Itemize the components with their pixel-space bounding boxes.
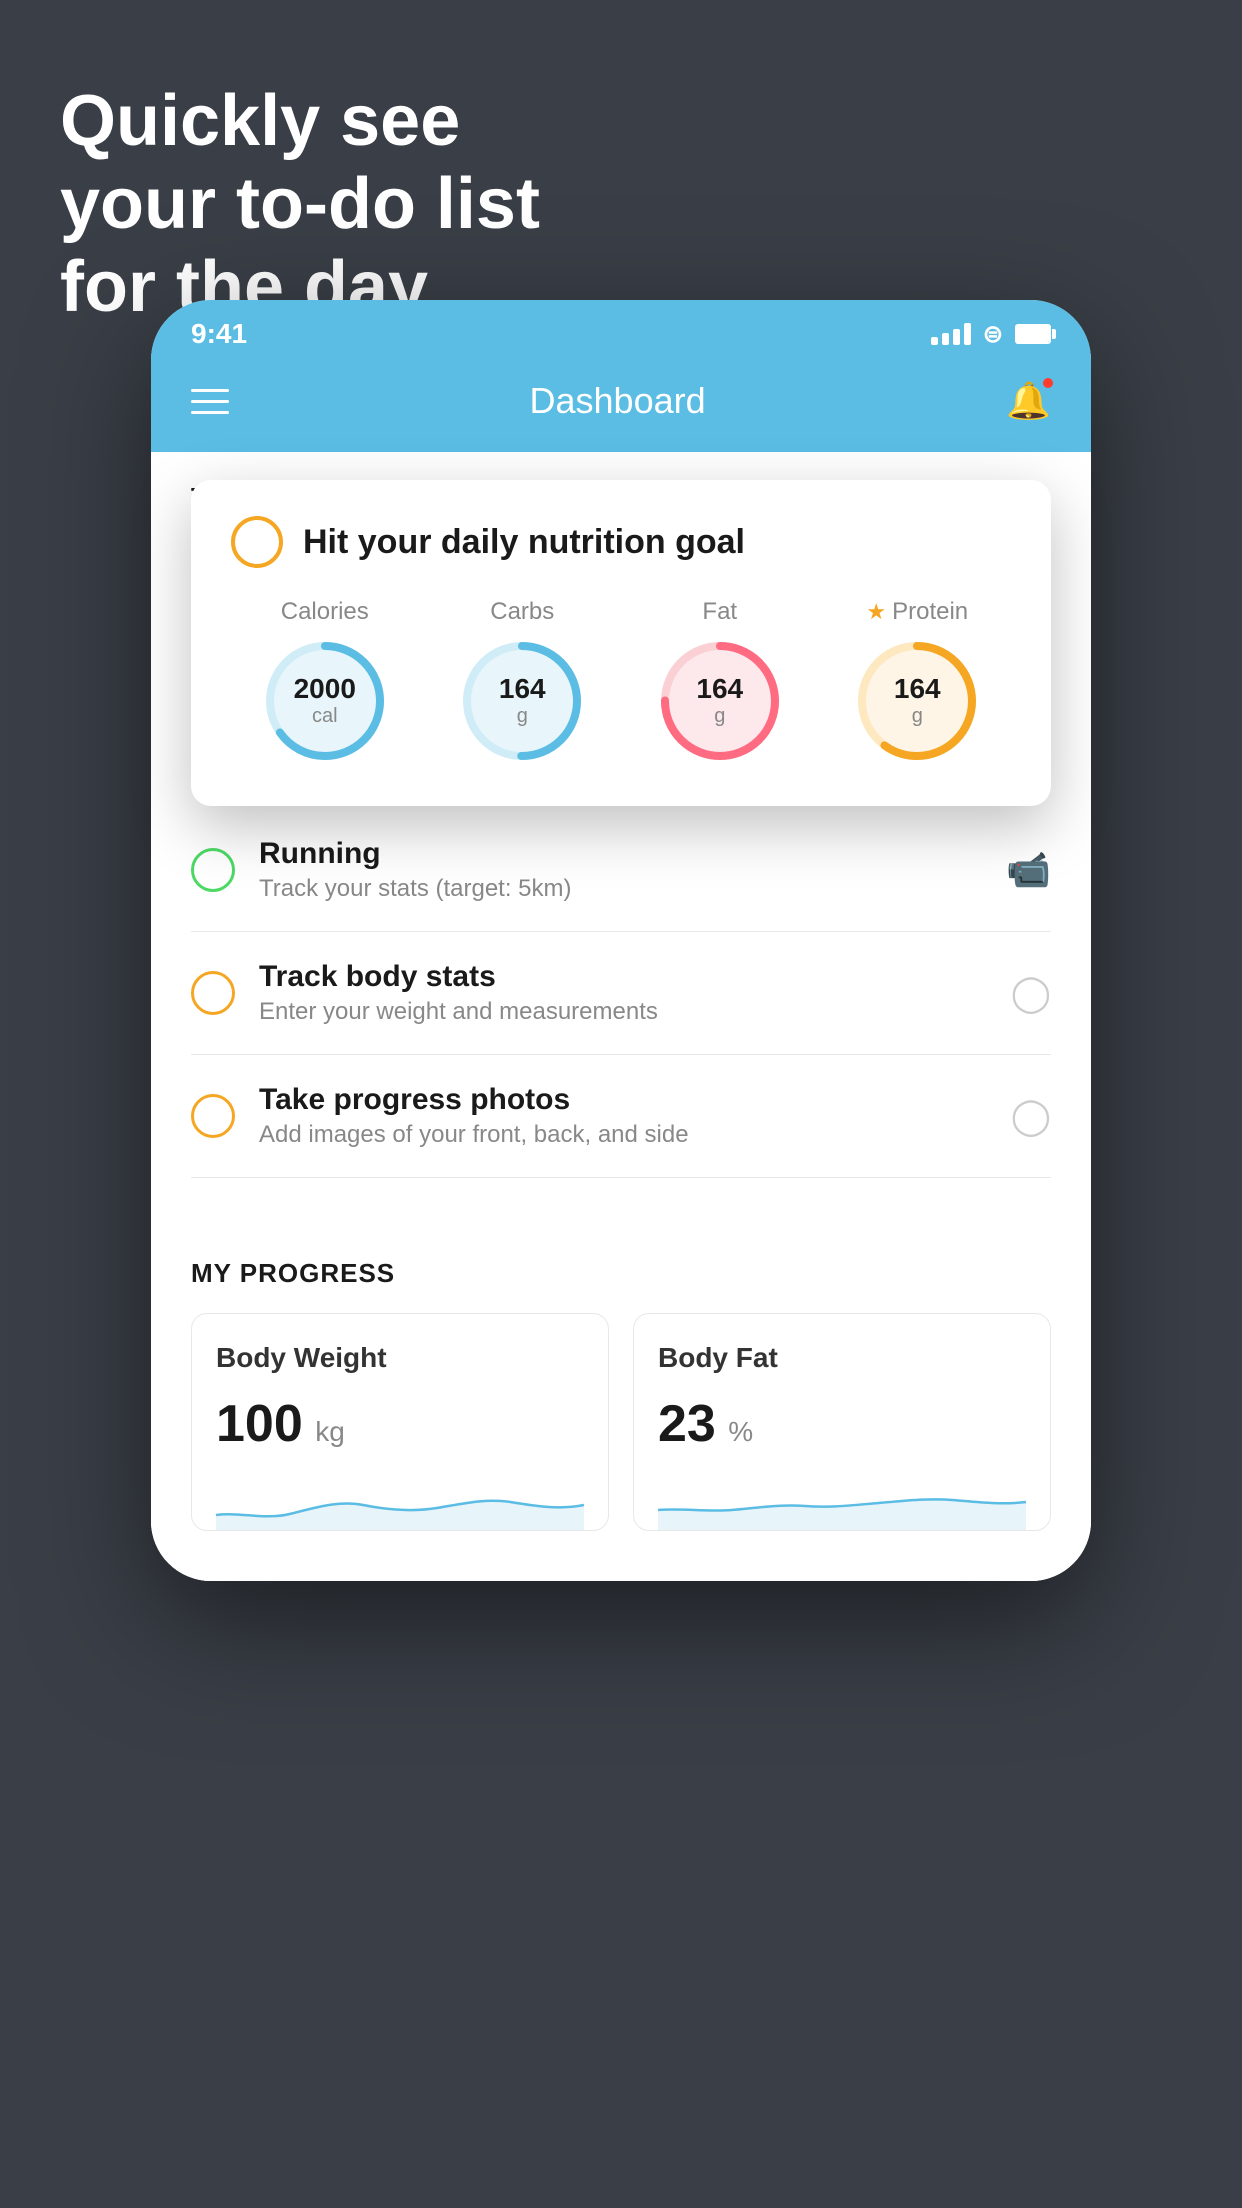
todo-text-body-stats: Track body stats Enter your weight and m… <box>259 960 987 1026</box>
todo-circle-photos <box>191 1094 235 1138</box>
todo-sub-body-stats: Enter your weight and measurements <box>259 998 987 1026</box>
todo-text-running: Running Track your stats (target: 5km) <box>259 837 982 903</box>
todo-circle-running <box>191 848 235 892</box>
stat-calories: Calories 2000 cal <box>260 598 390 766</box>
carbs-progress: 164 g <box>457 636 587 766</box>
stat-protein: ★ Protein 164 g <box>852 598 982 766</box>
progress-cards: Body Weight 100 kg Bo <box>191 1313 1051 1531</box>
progress-title: MY PROGRESS <box>191 1258 1051 1289</box>
nav-title: Dashboard <box>530 380 706 422</box>
fat-value-row: 23 % <box>658 1394 1026 1454</box>
nutrition-stats: Calories 2000 cal Carbs <box>231 598 1011 766</box>
todo-title-running: Running <box>259 837 982 871</box>
calories-progress: 2000 cal <box>260 636 390 766</box>
scale-icon: ◯ <box>1011 972 1051 1014</box>
fat-value: 23 <box>658 1395 716 1453</box>
weight-value-row: 100 kg <box>216 1394 584 1454</box>
todo-title-body-stats: Track body stats <box>259 960 987 994</box>
progress-card-weight[interactable]: Body Weight 100 kg <box>191 1313 609 1531</box>
menu-button[interactable] <box>191 389 229 414</box>
protein-progress: 164 g <box>852 636 982 766</box>
battery-icon <box>1015 324 1051 344</box>
todo-item-running[interactable]: Running Track your stats (target: 5km) 📹 <box>191 809 1051 932</box>
nutrition-card: Hit your daily nutrition goal Calories 2… <box>191 480 1051 806</box>
fat-title: Body Fat <box>658 1342 1026 1374</box>
weight-value: 100 <box>216 1395 303 1453</box>
fat-progress: 164 g <box>655 636 785 766</box>
stat-fat: Fat 164 g <box>655 598 785 766</box>
progress-card-fat[interactable]: Body Fat 23 % <box>633 1313 1051 1531</box>
notification-button[interactable]: 🔔 <box>1006 380 1051 422</box>
fat-chart <box>658 1470 1026 1530</box>
nutrition-card-title: Hit your daily nutrition goal <box>303 523 745 562</box>
todo-sub-running: Track your stats (target: 5km) <box>259 875 982 903</box>
signal-icon <box>931 323 971 345</box>
todo-circle-body-stats <box>191 971 235 1015</box>
nutrition-circle-check <box>231 516 283 568</box>
nav-bar: Dashboard 🔔 <box>151 360 1091 452</box>
wifi-icon: ⊜ <box>983 320 1003 349</box>
todo-text-photos: Take progress photos Add images of your … <box>259 1083 987 1149</box>
todo-list: Running Track your stats (target: 5km) 📹… <box>151 809 1091 1178</box>
person-icon: ◯ <box>1011 1095 1051 1137</box>
carbs-label: Carbs <box>490 598 554 626</box>
status-bar: 9:41 ⊜ <box>151 300 1091 360</box>
time: 9:41 <box>191 318 247 350</box>
notification-badge <box>1041 376 1055 390</box>
protein-label: ★ Protein <box>866 598 968 626</box>
weight-chart <box>216 1470 584 1530</box>
todo-item-photos[interactable]: Take progress photos Add images of your … <box>191 1055 1051 1178</box>
weight-unit: kg <box>315 1416 345 1447</box>
progress-section: MY PROGRESS Body Weight 100 kg <box>151 1218 1091 1581</box>
todo-sub-photos: Add images of your front, back, and side <box>259 1121 987 1149</box>
shoe-icon: 📹 <box>1006 849 1051 891</box>
todo-item-body-stats[interactable]: Track body stats Enter your weight and m… <box>191 932 1051 1055</box>
status-icons: ⊜ <box>931 320 1051 349</box>
nutrition-card-header: Hit your daily nutrition goal <box>231 516 1011 568</box>
fat-label: Fat <box>702 598 737 626</box>
weight-title: Body Weight <box>216 1342 584 1374</box>
fat-unit: % <box>728 1416 753 1447</box>
todo-title-photos: Take progress photos <box>259 1083 987 1117</box>
calories-label: Calories <box>281 598 369 626</box>
stat-carbs: Carbs 164 g <box>457 598 587 766</box>
star-icon: ★ <box>866 599 886 625</box>
background-headline: Quickly see your to-do list for the day. <box>60 80 540 328</box>
